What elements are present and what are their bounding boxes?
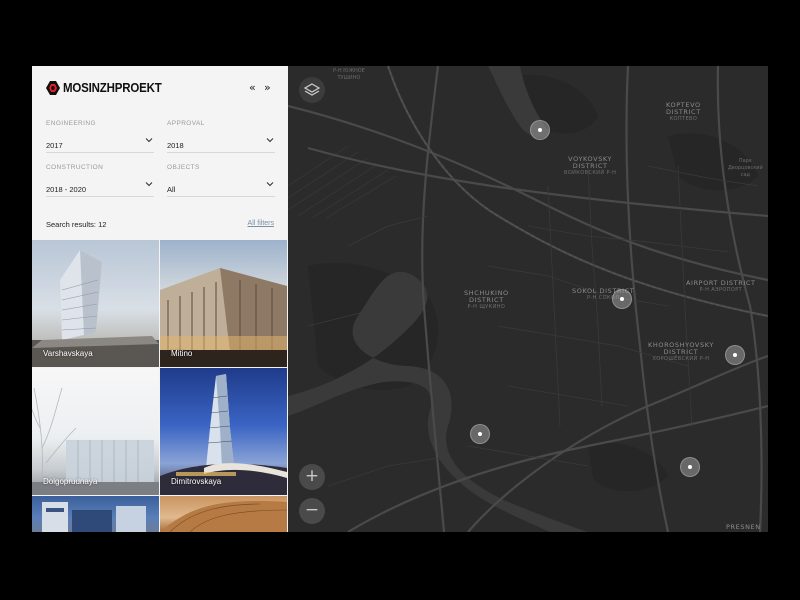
project-card[interactable] xyxy=(32,496,159,532)
construction-value: 2018 - 2020 xyxy=(46,185,87,194)
filter-construction: CONSTRUCTION 2018 - 2020 xyxy=(46,164,154,197)
engineering-value: 2017 xyxy=(46,141,63,150)
filter-construction-label: CONSTRUCTION xyxy=(46,164,104,171)
map-pin[interactable] xyxy=(530,120,550,140)
all-filters-link[interactable]: All filters xyxy=(248,220,274,227)
project-card-dimitrovskaya[interactable]: Dimitrovskaya xyxy=(160,368,287,495)
engineering-select[interactable]: 2017 xyxy=(46,135,154,153)
chevron-down-icon xyxy=(266,138,274,143)
layers-button[interactable] xyxy=(299,77,325,103)
map-label-yuzhnoe-tushino: Р-Н ЮЖНОЕ ТУШИНО xyxy=(333,68,365,81)
side-panel: MOSINZHPROEKT « » ENGINEERING 2017 APPRO… xyxy=(32,66,288,532)
map-pin[interactable] xyxy=(470,424,490,444)
collapse-left-button[interactable]: « xyxy=(249,82,256,93)
map-label-presnensky: PRESNEN xyxy=(726,523,761,531)
zoom-out-button[interactable]: − xyxy=(299,498,325,524)
map-label-park: Парк Дворцовский сад xyxy=(728,158,763,178)
map-pin[interactable] xyxy=(725,345,745,365)
search-results-count: Search results: 12 xyxy=(46,220,107,229)
approval-value: 2018 xyxy=(167,141,184,150)
project-name: Varshavskaya xyxy=(43,349,93,358)
map-label-khoroshyovsky: KHOROSHYOVSKY DISTRICT ХОРОШЁВСКИЙ Р-Н xyxy=(648,341,714,363)
objects-select[interactable]: All xyxy=(167,179,275,197)
project-image xyxy=(160,268,287,367)
mosinzhproekt-logo-icon xyxy=(46,81,60,95)
project-image xyxy=(32,387,159,495)
project-card[interactable] xyxy=(160,496,287,532)
project-image xyxy=(42,502,146,532)
project-card-dolgoprudnaya[interactable]: Dolgoprudnaya xyxy=(32,368,159,495)
project-name: Dimitrovskaya xyxy=(171,477,222,486)
map-label-koptevo: KOPTEVO DISTRICT КОПТЕВО xyxy=(666,101,701,123)
chevron-down-icon xyxy=(266,182,274,187)
brand-name: MOSINZHPROEKT xyxy=(63,81,162,95)
project-card-varshavskaya[interactable]: Varshavskaya xyxy=(32,240,159,367)
filter-objects-label: OBJECTS xyxy=(167,164,200,171)
project-image xyxy=(160,501,287,532)
expand-right-button[interactable]: » xyxy=(264,82,271,93)
filter-engineering: ENGINEERING 2017 xyxy=(46,120,154,153)
map-pin[interactable] xyxy=(680,457,700,477)
project-grid: Varshavskaya Mitino Dolgoprudnaya Dimitr… xyxy=(32,240,288,532)
construction-select[interactable]: 2018 - 2020 xyxy=(46,179,154,197)
map[interactable]: Р-Н ЮЖНОЕ ТУШИНО KOPTEVO DISTRICT КОПТЕВ… xyxy=(288,66,768,532)
map-label-shchukino: SHCHUKINO DISTRICT Р-Н ЩУКИНО xyxy=(464,289,509,311)
project-name: Dolgoprudnaya xyxy=(43,477,98,486)
app-window: MOSINZHPROEKT « » ENGINEERING 2017 APPRO… xyxy=(32,66,768,532)
layers-icon xyxy=(303,83,321,96)
map-pin[interactable] xyxy=(612,289,632,309)
project-card-mitino[interactable]: Mitino xyxy=(160,240,287,367)
brand[interactable]: MOSINZHPROEKT xyxy=(46,80,170,96)
chevron-down-icon xyxy=(145,138,153,143)
approval-select[interactable]: 2018 xyxy=(167,135,275,153)
project-name: Mitino xyxy=(171,349,193,358)
objects-value: All xyxy=(167,185,176,194)
map-label-voykovsky: VOYKOVSKY DISTRICT ВОЙКОВСКИЙ Р-Н xyxy=(564,155,617,177)
filter-approval-label: APPROVAL xyxy=(167,120,205,127)
project-image xyxy=(160,374,287,495)
chevron-down-icon xyxy=(145,182,153,187)
project-image xyxy=(32,250,159,367)
filter-approval: APPROVAL 2018 xyxy=(167,120,275,153)
map-label-airport: AIRPORT DISTRICT Р-Н АЭРОПОРТ xyxy=(686,279,756,294)
filter-objects: OBJECTS All xyxy=(167,164,275,197)
zoom-in-button[interactable]: + xyxy=(299,464,325,490)
filter-engineering-label: ENGINEERING xyxy=(46,120,96,127)
